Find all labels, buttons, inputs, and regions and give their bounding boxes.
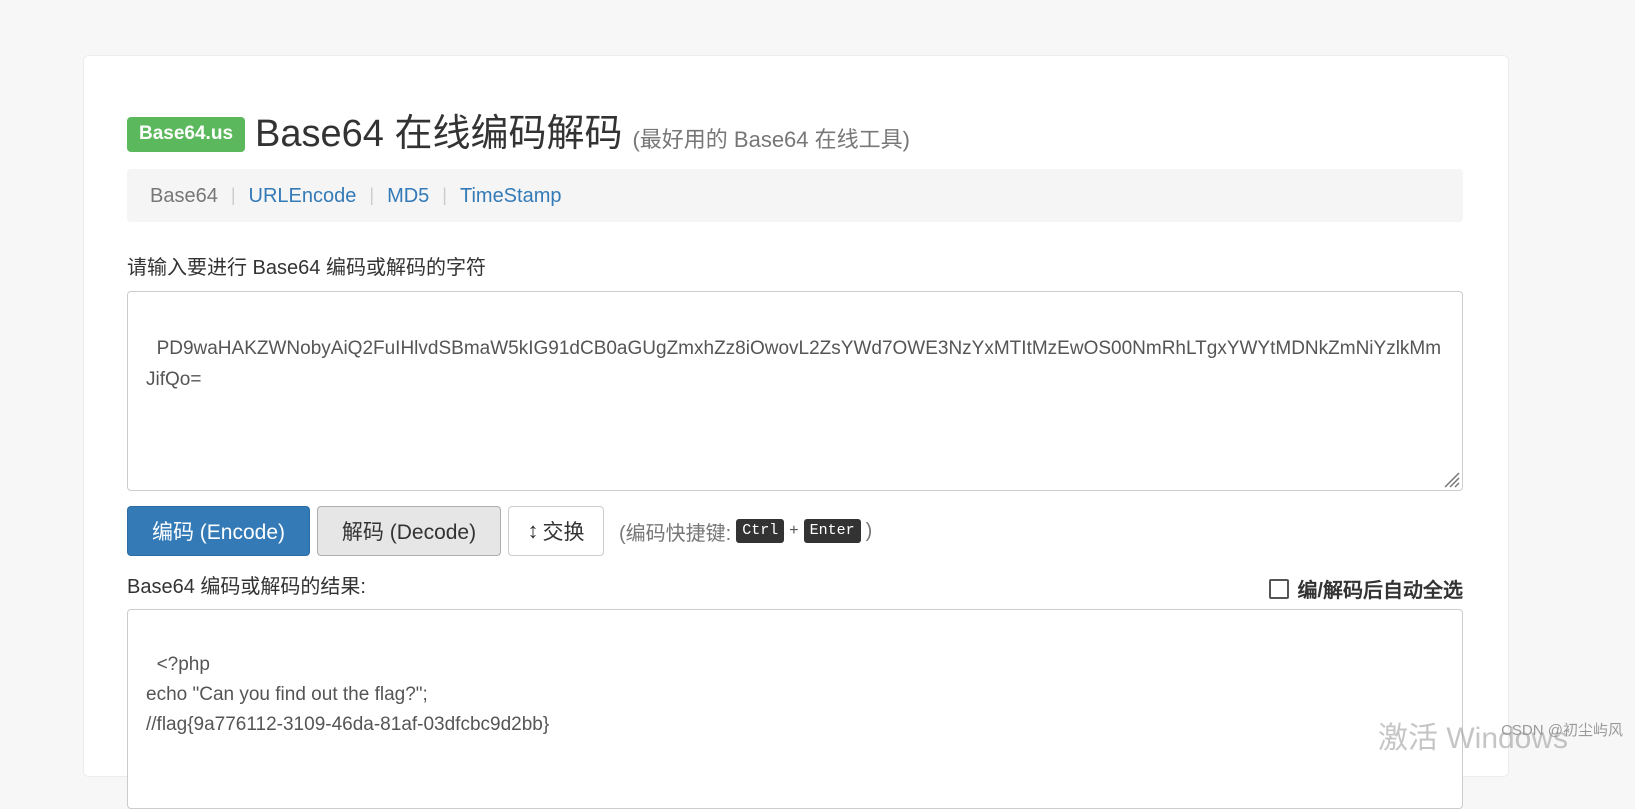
output-textarea[interactable]: <?php echo "Can you find out the flag?";… [127,609,1463,809]
nav-item-md5[interactable]: MD5 [387,184,429,208]
brand-badge[interactable]: Base64.us [127,116,246,152]
action-buttons: 编码 (Encode) 解码 (Decode) ↕ 交换 (编码快捷键: Ctr… [127,506,872,556]
swap-button[interactable]: ↕ 交换 [508,506,604,556]
result-label: Base64 编码或解码的结果: [127,576,366,598]
kbd-plus: + [789,522,799,539]
nav-item-base64: Base64 [150,184,218,207]
encode-button[interactable]: 编码 (Encode) [127,506,310,556]
autoselect-checkbox[interactable] [1269,578,1290,599]
csdn-watermark: CSDN @初尘屿风 [1501,722,1623,739]
input-text: PD9waHAKZWNobyAiQ2FuIHlvdSBmaW5kIG91dCB0… [146,338,1442,390]
nav-separator: | [369,185,375,205]
autoselect-label: 编/解码后自动全选 [1297,580,1463,602]
tool-nav: Base64 | URLEncode | MD5 | TimeStamp [127,169,1463,222]
swap-arrows-icon: ↕ [527,518,539,543]
nav-item-urlencode[interactable]: URLEncode [249,184,357,208]
resize-handle-icon[interactable] [1440,468,1460,488]
decode-button[interactable]: 解码 (Decode) [317,506,501,556]
output-text: <?php echo "Can you find out the flag?";… [146,654,550,735]
autoselect-toggle[interactable]: 编/解码后自动全选 [1269,574,1463,603]
nav-item-timestamp[interactable]: TimeStamp [460,184,562,208]
page-header: Base64.us Base64 在线编码解码 (最好用的 Base64 在线工… [127,112,910,156]
shortcut-hint-suffix: ) [865,519,873,542]
swap-label: 交换 [542,521,585,544]
input-textarea[interactable]: PD9waHAKZWNobyAiQ2FuIHlvdSBmaW5kIG91dCB0… [127,291,1463,491]
nav-separator: | [442,185,447,205]
kbd-ctrl: Ctrl [736,519,785,543]
page-title: Base64 在线编码解码 [255,113,623,155]
page-subtitle: (最好用的 Base64 在线工具) [632,127,910,152]
input-label: 请输入要进行 Base64 编码或解码的字符 [127,257,486,279]
nav-separator: | [230,185,236,205]
shortcut-hint: (编码快捷键: Ctrl + Enter ) [619,517,872,546]
shortcut-hint-prefix: (编码快捷键: [619,522,732,545]
kbd-enter: Enter [803,519,861,543]
